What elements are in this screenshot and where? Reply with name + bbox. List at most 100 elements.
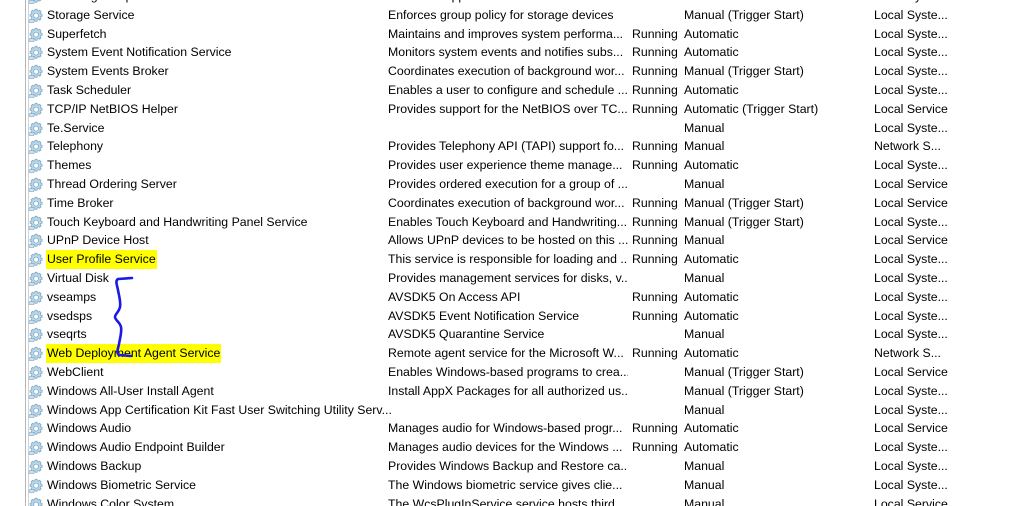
- service-name-cell: System Events Broker: [46, 62, 170, 81]
- service-status-cell: Running: [632, 45, 678, 60]
- table-row[interactable]: vseamps AVSDK5 On Access API Running Automa…: [0, 288, 1024, 307]
- service-name-cell: Windows Audio Endpoint Builder: [46, 438, 226, 457]
- table-row[interactable]: Te.Service Manual Local Syste...: [0, 119, 1024, 138]
- service-name-cell-text: System Event Notification Service: [47, 45, 232, 60]
- table-row[interactable]: Task Scheduler Enables a user to configur…: [0, 81, 1024, 100]
- service-name-cell-text: Windows All-User Install Agent: [47, 383, 214, 398]
- gear-icon: [28, 440, 44, 456]
- service-description-cell: Provides ordered execution for a group o…: [388, 176, 628, 191]
- table-row[interactable]: Themes Provides user experience theme man…: [0, 156, 1024, 175]
- table-row[interactable]: Windows Color System The WcsPlugInService…: [0, 495, 1024, 506]
- service-name-cell-text: Touch Keyboard and Handwriting Panel Ser…: [47, 214, 308, 229]
- service-name-cell: vseqrts: [46, 325, 88, 344]
- table-row[interactable]: Storage Service Enforces group policy for…: [0, 6, 1024, 25]
- service-name-cell-text: Storage Service: [47, 7, 135, 22]
- service-name-cell-text: vseamps: [47, 289, 97, 304]
- service-name-cell: TCP/IP NetBIOS Helper: [46, 100, 179, 119]
- service-logon-as-cell: Local Syste...: [874, 214, 948, 229]
- service-description-cell: AVSDK5 Quarantine Service: [388, 327, 545, 342]
- table-row[interactable]: Windows App Certification Kit Fast User …: [0, 401, 1024, 420]
- table-row[interactable]: TCP/IP NetBIOS Helper Provides support fo…: [0, 100, 1024, 119]
- service-description-cell: Manages audio for Windows-based progr...: [388, 421, 623, 436]
- service-startup-type-cell: Manual (Trigger Start): [684, 383, 804, 398]
- table-row[interactable]: Windows Biometric Service The Windows bio…: [0, 476, 1024, 495]
- service-name-cell-text: Te.Service: [47, 120, 105, 135]
- services-table-body[interactable]: Still Image Acquisition EventsLaunches a…: [0, 0, 1024, 506]
- table-row[interactable]: Windows Audio Endpoint Builder Manages au…: [0, 438, 1024, 457]
- table-row[interactable]: Windows Backup Provides Windows Backup an…: [0, 457, 1024, 476]
- service-logon-as-cell: Local Service: [874, 364, 948, 379]
- gear-icon: [28, 346, 44, 362]
- table-row[interactable]: vseqrts AVSDK5 Quarantine Service Manual Lo…: [0, 325, 1024, 344]
- service-name-cell-text: Windows Backup: [47, 458, 142, 473]
- gear-icon: [28, 83, 44, 99]
- service-description-cell: Allows UPnP devices to be hosted on this…: [388, 233, 628, 248]
- service-startup-type-cell: Manual (Trigger Start): [684, 214, 804, 229]
- service-logon-as-cell: Local Service: [874, 233, 948, 248]
- service-description-cell: Enables a user to configure and schedule…: [388, 82, 628, 97]
- table-row[interactable]: WebClient Enables Windows-based programs …: [0, 363, 1024, 382]
- service-description-cell: Provides Windows Backup and Restore ca..…: [388, 458, 628, 473]
- gear-icon: [28, 102, 44, 118]
- service-startup-type-cell: Manual (Trigger Start): [684, 364, 804, 379]
- service-description-cell: The WcsPlugInService service hosts third…: [388, 496, 626, 506]
- gear-icon: [28, 365, 44, 381]
- table-row[interactable]: User Profile Service This service is resp…: [0, 250, 1024, 269]
- table-row[interactable]: Telephony Provides Telephony API (TAPI) s…: [0, 137, 1024, 156]
- service-logon-as-cell: Network S...: [874, 139, 941, 154]
- table-row[interactable]: System Events Broker Coordinates executio…: [0, 62, 1024, 81]
- service-name-cell-text: User Profile Service: [46, 250, 157, 269]
- table-row[interactable]: Windows Audio Manages audio for Windows-b…: [0, 419, 1024, 438]
- table-row[interactable]: Time Broker Coordinates execution of back…: [0, 194, 1024, 213]
- service-status-cell: Running: [632, 421, 678, 436]
- table-row[interactable]: Windows All-User Install Agent Install Ap…: [0, 382, 1024, 401]
- service-name-cell: System Event Notification Service: [46, 43, 233, 62]
- service-logon-as-cell: Local Syste...: [874, 270, 948, 285]
- table-row[interactable]: Thread Ordering Server Provides ordered e…: [0, 175, 1024, 194]
- service-logon-as-cell: Local Syste...: [874, 327, 948, 342]
- table-row[interactable]: Virtual Disk Provides management services…: [0, 269, 1024, 288]
- service-startup-type-cell: Automatic: [684, 45, 739, 60]
- service-status-cell: Running: [632, 101, 678, 116]
- service-description-cell: The Windows biometric service gives clie…: [388, 477, 623, 492]
- service-startup-type-cell: Automatic: [684, 289, 739, 304]
- gear-icon: [28, 309, 44, 325]
- service-logon-as-cell: Local Service: [874, 176, 948, 191]
- service-name-cell-text: Telephony: [47, 139, 104, 154]
- service-name-cell: Windows Color System: [46, 495, 175, 506]
- service-startup-type-cell: Manual: [684, 120, 725, 135]
- service-name-cell: Web Deployment Agent Service: [46, 344, 222, 363]
- service-name-cell-text: Windows Biometric Service: [47, 477, 196, 492]
- service-description-cell: Provides Telephony API (TAPI) support fo…: [388, 139, 625, 154]
- gear-icon: [28, 196, 44, 212]
- service-name-cell: Touch Keyboard and Handwriting Panel Ser…: [46, 213, 308, 232]
- service-logon-as-cell: Local Syste...: [874, 7, 948, 22]
- service-startup-type-cell: Manual (Trigger Start): [684, 195, 804, 210]
- table-row[interactable]: UPnP Device Host Allows UPnP devices to b…: [0, 231, 1024, 250]
- service-startup-type-cell: Manual: [684, 477, 725, 492]
- table-row[interactable]: Superfetch Maintains and improves system …: [0, 25, 1024, 44]
- service-name-cell-text: Virtual Disk: [47, 270, 109, 285]
- service-name-cell: Windows App Certification Kit Fast User …: [46, 401, 393, 420]
- service-name-cell-text: Windows Audio Endpoint Builder: [47, 440, 225, 455]
- service-status-cell: Running: [632, 440, 678, 455]
- service-startup-type-cell: Manual: [684, 496, 725, 506]
- service-name-cell-text: Windows Color System: [47, 496, 175, 506]
- service-name-cell: Thread Ordering Server: [46, 175, 178, 194]
- service-description-cell: Monitors system events and notifies subs…: [388, 45, 624, 60]
- service-name-cell: UPnP Device Host: [46, 231, 150, 250]
- table-row[interactable]: Touch Keyboard and Handwriting Panel Ser…: [0, 213, 1024, 232]
- table-row[interactable]: vsedsps AVSDK5 Event Notification Service…: [0, 307, 1024, 326]
- table-row[interactable]: Web Deployment Agent Service Remote agent…: [0, 344, 1024, 363]
- table-row[interactable]: System Event Notification Service Monitor…: [0, 43, 1024, 62]
- service-name-cell-text: Web Deployment Agent Service: [46, 344, 222, 363]
- gear-icon: [28, 271, 44, 287]
- service-name-cell: WebClient: [46, 363, 105, 382]
- service-description-cell: AVSDK5 Event Notification Service: [388, 308, 580, 323]
- service-startup-type-cell: Automatic: [684, 252, 739, 267]
- gear-icon: [28, 8, 44, 24]
- service-status-cell: Running: [632, 346, 678, 361]
- service-logon-as-cell: Local Syste...: [874, 82, 948, 97]
- gear-icon: [28, 177, 44, 193]
- service-startup-type-cell: Manual: [684, 233, 725, 248]
